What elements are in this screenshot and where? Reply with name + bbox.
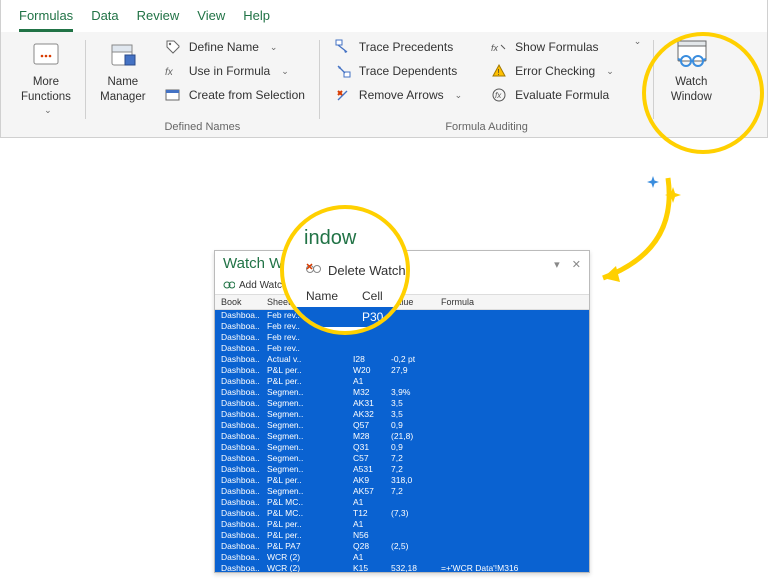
trace-dependents-button[interactable]: Trace Dependents bbox=[328, 60, 468, 82]
table-row[interactable]: Dashboa..P&L per..N56 bbox=[215, 530, 589, 541]
magnifier-selected-cell: P30 bbox=[280, 307, 410, 327]
remove-arrows-button[interactable]: Remove Arrows ⌄ bbox=[328, 84, 468, 106]
ribbon-groups: More Functions ⌄ Name Manager D bbox=[1, 32, 767, 137]
tab-view[interactable]: View bbox=[197, 4, 225, 32]
table-row[interactable]: Dashboa..WCR (2)A1 bbox=[215, 552, 589, 563]
tag-icon bbox=[164, 38, 182, 56]
tab-review[interactable]: Review bbox=[137, 4, 180, 32]
watch-window-label: Watch Window bbox=[671, 75, 712, 105]
table-row[interactable]: Dashboa..Segmen..C577,2 bbox=[215, 453, 589, 464]
table-row[interactable]: Dashboa..P&L per..AK9318,0 bbox=[215, 475, 589, 486]
svg-text:fx: fx bbox=[491, 43, 499, 53]
table-row[interactable]: Dashboa..Segmen..AK577,2 bbox=[215, 486, 589, 497]
trace-precedents-label: Trace Precedents bbox=[359, 40, 453, 54]
svg-text:fx: fx bbox=[165, 67, 174, 78]
name-manager-button[interactable]: Name Manager bbox=[94, 36, 152, 107]
magnifier-header: Name Cell bbox=[280, 285, 410, 307]
tab-help[interactable]: Help bbox=[243, 4, 270, 32]
table-row[interactable]: Dashboa..P&L per..A1 bbox=[215, 519, 589, 530]
chevron-down-icon: ⌄ bbox=[455, 90, 463, 101]
watch-window-icon bbox=[674, 38, 708, 72]
trace-dependents-label: Trace Dependents bbox=[359, 64, 457, 78]
watch-rows[interactable]: Dashboa..Feb rev..Dashboa..Feb rev..Dash… bbox=[215, 310, 589, 572]
chevron-down-icon: ⌄ bbox=[44, 105, 52, 117]
remove-arrows-label: Remove Arrows bbox=[359, 88, 444, 102]
dropdown-icon[interactable]: ▾ bbox=[554, 259, 560, 271]
trace-precedents-button[interactable]: Trace Precedents bbox=[328, 36, 468, 58]
watch-window-button[interactable]: Watch Window bbox=[662, 36, 720, 107]
use-in-formula-label: Use in Formula bbox=[189, 64, 270, 78]
col-book[interactable]: Book bbox=[219, 297, 265, 307]
add-watch-icon bbox=[223, 279, 235, 291]
group-formula-auditing: Trace Precedents Trace Dependents Remove… bbox=[320, 36, 653, 137]
table-row[interactable]: Dashboa..Segmen..AK313,5 bbox=[215, 398, 589, 409]
add-watch-button[interactable]: Add Watch bbox=[223, 279, 288, 291]
formula-auditing-group-label: Formula Auditing bbox=[445, 119, 528, 137]
evaluate-formula-label: Evaluate Formula bbox=[515, 88, 609, 102]
table-row[interactable]: Dashboa..P&L per..W2027,9 bbox=[215, 365, 589, 376]
table-row[interactable]: Dashboa..P&L per..A1 bbox=[215, 376, 589, 387]
show-formulas-icon: fx bbox=[490, 38, 508, 56]
table-row[interactable]: Dashboa..Segmen..A5317,2 bbox=[215, 464, 589, 475]
table-row[interactable]: Dashboa..P&L MC..T12(7,3) bbox=[215, 508, 589, 519]
define-name-button[interactable]: Define Name ⌄ bbox=[158, 36, 311, 58]
chevron-down-icon: ⌄ bbox=[270, 42, 278, 53]
use-in-formula-button[interactable]: fx Use in Formula ⌄ bbox=[158, 60, 311, 82]
magnifier-col-name: Name bbox=[306, 289, 362, 303]
close-icon[interactable]: ✕ bbox=[572, 259, 581, 271]
error-checking-icon: ! bbox=[490, 62, 508, 80]
more-functions-label: More Functions bbox=[21, 75, 71, 105]
delete-watch-icon bbox=[306, 262, 322, 279]
group-watch-window: Watch Window bbox=[654, 36, 728, 137]
table-row[interactable]: Dashboa..Segmen..Q310,9 bbox=[215, 442, 589, 453]
magnifier-delete-label: Delete Watch bbox=[328, 263, 406, 278]
svg-text:fx: fx bbox=[495, 91, 502, 100]
magnifier-delete-watch[interactable]: Delete Watch bbox=[280, 256, 410, 285]
table-row[interactable]: Dashboa..WCR (2)K15532,18=+'WCR Data'!M3… bbox=[215, 563, 589, 572]
define-name-label: Define Name bbox=[189, 40, 259, 54]
defined-names-group-label: Defined Names bbox=[164, 119, 240, 137]
table-row[interactable]: Dashboa..Feb rev.. bbox=[215, 343, 589, 354]
evaluate-formula-icon: fx bbox=[490, 86, 508, 104]
trace-precedents-icon bbox=[334, 38, 352, 56]
table-row[interactable]: Dashboa..Segmen..Q570,9 bbox=[215, 420, 589, 431]
audit-launcher[interactable]: ⌄ bbox=[626, 36, 646, 47]
name-manager-icon bbox=[106, 38, 140, 72]
table-row[interactable]: Dashboa..P&L MC..A1 bbox=[215, 497, 589, 508]
evaluate-formula-button[interactable]: fx Evaluate Formula bbox=[484, 84, 620, 106]
remove-arrows-icon bbox=[334, 86, 352, 104]
create-from-selection-label: Create from Selection bbox=[189, 88, 305, 102]
ribbon-tabs: Formulas Data Review View Help bbox=[1, 0, 767, 32]
create-from-selection-button[interactable]: Create from Selection bbox=[158, 84, 311, 106]
table-row[interactable]: Dashboa..Segmen..M323,9% bbox=[215, 387, 589, 398]
table-row[interactable]: Dashboa..Segmen..M28(21,8) bbox=[215, 431, 589, 442]
show-formulas-label: Show Formulas bbox=[515, 40, 598, 54]
fx-tag-icon: fx bbox=[164, 62, 182, 80]
name-manager-label: Name Manager bbox=[100, 75, 145, 105]
highlight-circle-magnifier: indow Delete Watch Name Cell P30 bbox=[280, 205, 410, 335]
table-row[interactable]: Dashboa..Feb rev.. bbox=[215, 332, 589, 343]
magnifier-col-cell: Cell bbox=[362, 289, 383, 303]
error-checking-label: Error Checking bbox=[515, 64, 595, 78]
col-formula[interactable]: Formula bbox=[439, 297, 585, 307]
table-row[interactable]: Dashboa..Segmen..AK323,5 bbox=[215, 409, 589, 420]
tab-data[interactable]: Data bbox=[91, 4, 118, 32]
trace-dependents-icon bbox=[334, 62, 352, 80]
svg-text:!: ! bbox=[498, 68, 500, 77]
create-selection-icon bbox=[164, 86, 182, 104]
show-formulas-button[interactable]: fx Show Formulas bbox=[484, 36, 620, 58]
more-functions-button[interactable]: More Functions ⌄ bbox=[15, 36, 77, 119]
more-functions-icon bbox=[29, 38, 63, 72]
chevron-down-icon: ⌄ bbox=[606, 66, 614, 77]
magnifier-title-fragment: indow bbox=[280, 227, 410, 256]
arrow-icon bbox=[578, 160, 698, 300]
table-row[interactable]: Dashboa..Actual v..I28-0,2 pt bbox=[215, 354, 589, 365]
group-defined-names: Name Manager Define Name ⌄ fx Use in For… bbox=[86, 36, 319, 137]
ribbon: Formulas Data Review View Help More Func… bbox=[0, 0, 768, 138]
group-function-library: More Functions ⌄ bbox=[7, 36, 85, 137]
error-checking-button[interactable]: ! Error Checking ⌄ bbox=[484, 60, 620, 82]
table-row[interactable]: Dashboa..P&L PA7Q28(2,5) bbox=[215, 541, 589, 552]
chevron-down-icon: ⌄ bbox=[281, 66, 289, 77]
tab-formulas[interactable]: Formulas bbox=[19, 4, 73, 32]
